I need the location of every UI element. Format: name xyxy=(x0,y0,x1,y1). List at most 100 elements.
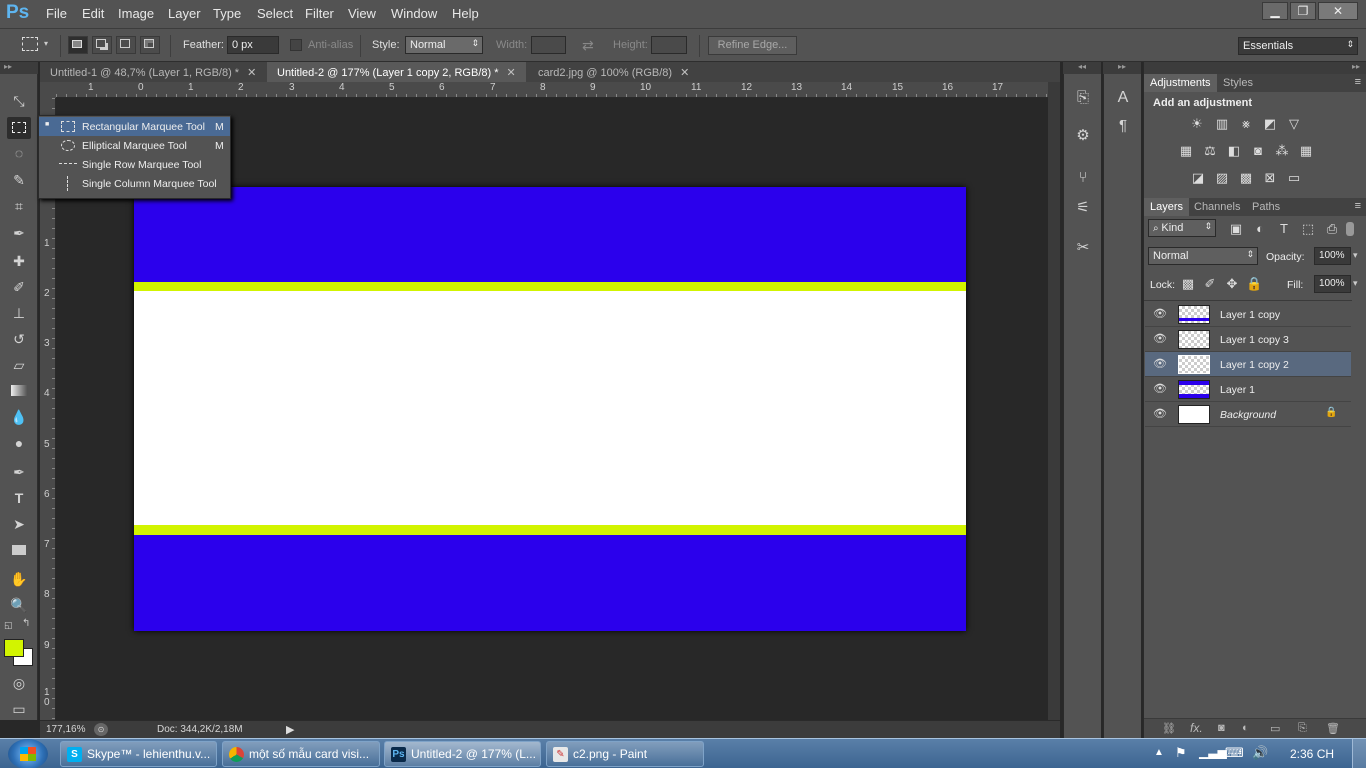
status-info-icon[interactable]: ⊙ xyxy=(94,723,108,736)
lock-position-icon[interactable]: ✥ xyxy=(1224,276,1240,292)
filter-type-icon[interactable]: T xyxy=(1276,221,1292,237)
preset-dropdown-icon[interactable]: ▾ xyxy=(44,39,48,48)
opacity-dropdown-icon[interactable]: ▾ xyxy=(1353,250,1358,261)
feather-input[interactable]: 0 px xyxy=(227,36,279,54)
new-selection-icon[interactable] xyxy=(68,36,88,54)
gradient-tool-icon[interactable] xyxy=(7,380,31,402)
eraser-tool-icon[interactable]: ▱ xyxy=(7,354,31,376)
intersect-selection-icon[interactable] xyxy=(140,36,160,54)
menu-type[interactable]: Type xyxy=(213,6,241,21)
rectangular-marquee-tool-icon[interactable] xyxy=(7,117,31,139)
tab-close-icon[interactable]: ✕ xyxy=(247,67,256,79)
menu-view[interactable]: View xyxy=(348,6,376,21)
style-select[interactable]: Normal ⇕ xyxy=(405,36,483,54)
layer-row[interactable]: 👁 Layer 1 copy 3 xyxy=(1145,327,1351,352)
delete-layer-icon[interactable]: 🗑 xyxy=(1326,722,1340,735)
visibility-eye-icon[interactable]: 👁 xyxy=(1153,332,1167,346)
fill-dropdown-icon[interactable]: ▾ xyxy=(1353,278,1358,289)
tab-untitled-2[interactable]: Untitled-2 @ 177% (Layer 1 copy 2, RGB/8… xyxy=(267,62,526,82)
antialias-checkbox[interactable] xyxy=(290,39,302,51)
dock-collapse-icon[interactable]: ◂◂ xyxy=(1063,62,1101,74)
blur-tool-icon[interactable]: 💧 xyxy=(7,406,31,428)
zoom-tool-icon[interactable]: 🔍 xyxy=(7,594,31,616)
type-tool-icon[interactable]: T xyxy=(7,487,31,509)
tools-options-icon[interactable]: ✂ xyxy=(1073,238,1093,258)
brush-tool-icon[interactable]: ✐ xyxy=(7,276,31,298)
path-selection-tool-icon[interactable]: ➤ xyxy=(7,513,31,535)
invert-icon[interactable]: ◪ xyxy=(1190,170,1206,186)
tab-styles[interactable]: Styles xyxy=(1217,74,1259,92)
layer-row-background[interactable]: 👁 Background 🔒 xyxy=(1145,402,1351,427)
posterize-icon[interactable]: ▨ xyxy=(1214,170,1230,186)
taskbar-chrome[interactable]: một số mẫu card visi... xyxy=(222,741,380,767)
threshold-icon[interactable]: ▩ xyxy=(1238,170,1254,186)
lasso-tool-icon[interactable]: ◌ xyxy=(7,142,31,164)
filter-adjustment-icon[interactable]: ◐ xyxy=(1252,221,1268,237)
fill-input[interactable]: 100% xyxy=(1314,275,1351,293)
taskbar-skype[interactable]: S Skype™ - lehienthu.v... xyxy=(60,741,217,767)
menu-select[interactable]: Select xyxy=(257,6,293,21)
quick-mask-icon[interactable]: ◎ xyxy=(7,672,31,694)
flyout-rectangular-marquee[interactable]: ■ Rectangular Marquee Tool M xyxy=(39,117,230,136)
dock-expand-icon[interactable]: ▸▸ xyxy=(1103,62,1141,74)
blend-mode-select[interactable]: Normal ⇕ xyxy=(1148,247,1258,265)
add-selection-icon[interactable] xyxy=(92,36,112,54)
keyboard-icon[interactable]: ⌨ xyxy=(1225,745,1244,761)
workspace-select[interactable]: Essentials ⇕ xyxy=(1238,37,1358,55)
opacity-input[interactable]: 100% xyxy=(1314,247,1351,265)
tab-paths[interactable]: Paths xyxy=(1246,198,1286,216)
start-button[interactable] xyxy=(8,739,48,768)
new-group-icon[interactable]: ▭ xyxy=(1270,722,1280,735)
document-canvas[interactable] xyxy=(134,187,966,631)
paragraph-panel-icon[interactable]: ¶ xyxy=(1113,116,1133,136)
color-balance-icon[interactable]: ⚖ xyxy=(1202,143,1218,159)
photo-filter-icon[interactable]: ◙ xyxy=(1250,143,1266,159)
menu-edit[interactable]: Edit xyxy=(82,6,104,21)
visibility-eye-icon[interactable]: 👁 xyxy=(1153,307,1167,321)
tab-layers[interactable]: Layers xyxy=(1144,198,1190,216)
action-center-icon[interactable]: ⚑ xyxy=(1175,745,1187,761)
channel-mixer-icon[interactable]: ⁂ xyxy=(1274,143,1290,159)
swap-colors-icon[interactable]: ↰ xyxy=(22,618,30,629)
menu-help[interactable]: Help xyxy=(452,6,479,21)
history-panel-icon[interactable]: ⎘ xyxy=(1073,88,1093,108)
lock-transparent-icon[interactable]: ▩ xyxy=(1180,276,1196,292)
menu-window[interactable]: Window xyxy=(391,6,437,21)
tab-adjustments[interactable]: Adjustments xyxy=(1144,74,1217,92)
collapse-tools-icon[interactable]: ▸▸ xyxy=(0,62,38,74)
crop-tool-icon[interactable]: ⌗ xyxy=(7,195,31,217)
gradient-map-icon[interactable]: ▭ xyxy=(1286,170,1302,186)
network-icon[interactable]: ▁▃▅ xyxy=(1199,745,1227,759)
width-input[interactable] xyxy=(531,36,566,54)
flyout-single-column-marquee[interactable]: Single Column Marquee Tool xyxy=(39,174,230,193)
taskbar-paint[interactable]: ✎ c2.png - Paint xyxy=(546,741,704,767)
menu-image[interactable]: Image xyxy=(118,6,154,21)
menu-filter[interactable]: Filter xyxy=(305,6,334,21)
layers-menu-icon[interactable]: ≡ xyxy=(1355,200,1361,212)
visibility-eye-icon[interactable]: 👁 xyxy=(1153,407,1167,421)
visibility-eye-icon[interactable]: 👁 xyxy=(1153,357,1167,371)
refine-edge-button[interactable]: Refine Edge... xyxy=(708,36,797,55)
vibrance-icon[interactable]: ▽ xyxy=(1286,116,1302,132)
tab-close-icon[interactable]: ✕ xyxy=(507,67,516,79)
new-layer-icon[interactable]: ⎘ xyxy=(1298,722,1307,735)
ruler-origin[interactable] xyxy=(40,82,56,98)
tab-channels[interactable]: Channels xyxy=(1188,198,1246,216)
menu-layer[interactable]: Layer xyxy=(168,6,201,21)
show-desktop-button[interactable] xyxy=(1352,739,1366,768)
panel-menu-icon[interactable]: ≡ xyxy=(1355,76,1361,88)
new-adjustment-icon[interactable]: ◐ xyxy=(1242,722,1249,734)
minimize-button[interactable]: ▁ xyxy=(1262,2,1288,20)
hue-saturation-icon[interactable]: ▦ xyxy=(1178,143,1194,159)
hand-tool-icon[interactable]: ✋ xyxy=(7,568,31,590)
character-panel-icon[interactable]: A xyxy=(1113,88,1133,108)
brightness-contrast-icon[interactable]: ☀ xyxy=(1189,116,1205,132)
black-white-icon[interactable]: ◧ xyxy=(1226,143,1242,159)
levels-icon[interactable]: ▥ xyxy=(1214,116,1230,132)
tool-presets-icon[interactable]: ⚙ xyxy=(1073,126,1093,146)
clock[interactable]: 2:36 CH xyxy=(1290,747,1334,761)
tab-untitled-1[interactable]: Untitled-1 @ 48,7% (Layer 1, RGB/8) * ✕ xyxy=(40,62,266,82)
close-button[interactable]: ✕ xyxy=(1318,2,1358,20)
visibility-eye-icon[interactable]: 👁 xyxy=(1153,382,1167,396)
filter-pixel-icon[interactable]: ▣ xyxy=(1228,221,1244,237)
